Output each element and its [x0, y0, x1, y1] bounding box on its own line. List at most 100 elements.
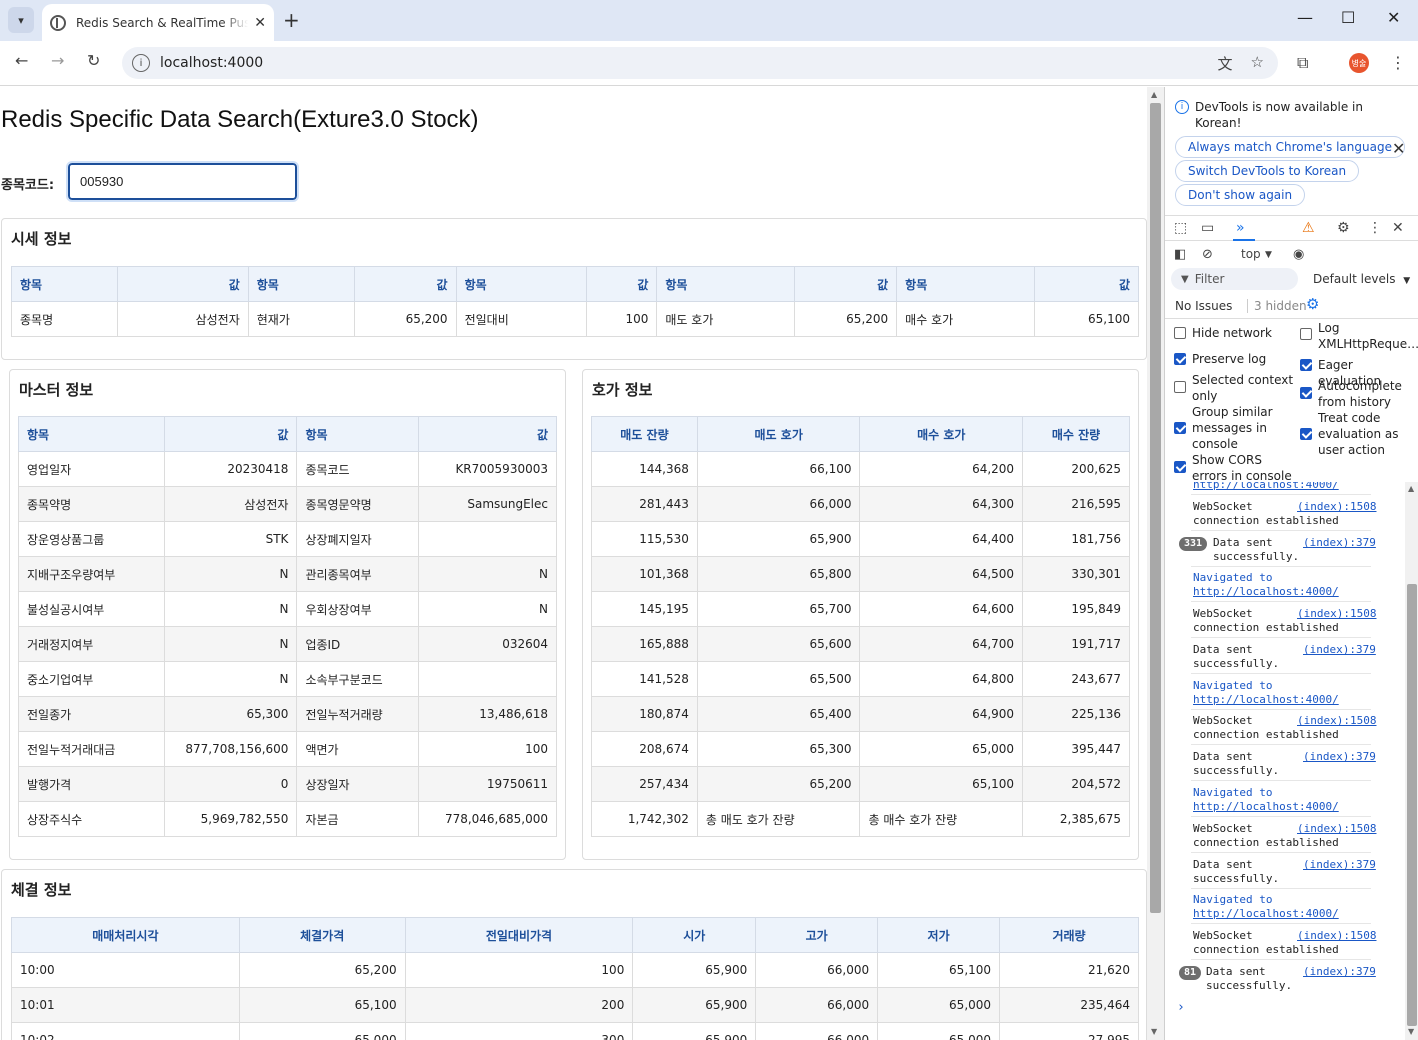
console-source-link[interactable]: (index):379 [1303, 858, 1376, 871]
checkbox-box[interactable] [1174, 461, 1186, 473]
live-expression-eye-icon[interactable]: ◉ [1293, 247, 1304, 262]
more-tabs-icon[interactable]: » [1236, 220, 1245, 236]
console-scrollbar[interactable]: ▲ ▼ [1405, 482, 1418, 1040]
close-window-icon[interactable]: ✕ [1387, 8, 1400, 27]
warning-icon[interactable]: ⚠ [1302, 220, 1315, 236]
table-cell: 65,100 [238, 987, 406, 1023]
page-scrollbar[interactable]: ▲ ▼ [1147, 87, 1164, 1040]
device-toolbar-icon[interactable]: ▭ [1201, 220, 1214, 236]
minimize-icon[interactable]: — [1297, 8, 1313, 27]
browser-tab[interactable]: Redis Search & RealTime Push ✕ [42, 4, 274, 41]
checkbox-box[interactable] [1300, 328, 1312, 340]
more-menu-icon[interactable]: ⋮ [1390, 53, 1406, 72]
console-source-link[interactable]: (index):1508 [1297, 607, 1376, 620]
master-info-table: 항목 값 항목 값 영업일자 20230418 종목코드 KR7005930003 종목약명 삼… [18, 416, 557, 837]
always-match-language-button[interactable]: Always match Chrome's language [1175, 136, 1405, 158]
table-cell: 발행가격 [18, 766, 165, 802]
checkbox-box[interactable] [1174, 327, 1186, 339]
checkbox-label: Preserve log [1192, 352, 1267, 366]
console-source-link[interactable]: (index):1508 [1297, 500, 1376, 513]
close-banner-icon[interactable]: ✕ [1392, 139, 1405, 158]
console-source-link[interactable]: (index):379 [1303, 536, 1376, 549]
back-icon[interactable]: ← [15, 51, 28, 70]
console-source-link[interactable]: (index):379 [1303, 750, 1376, 763]
bookmark-star-icon[interactable]: ☆ [1251, 53, 1264, 74]
tab-close-icon[interactable]: ✕ [254, 15, 266, 31]
checkbox-box[interactable] [1300, 359, 1312, 371]
table-cell: 877,708,156,600 [163, 731, 298, 767]
avatar[interactable]: 병술 [1349, 53, 1369, 73]
table-cell: 330,301 [1022, 556, 1130, 592]
console-source-link[interactable]: (index):1508 [1297, 822, 1376, 835]
table-cell: 65,400 [696, 696, 861, 732]
quote-info-panel: 시세 정보 항목 값 항목 값 항목 값 항목 값 항목 값 종목명 삼성전자 … [1, 218, 1147, 360]
checkbox-box[interactable] [1174, 381, 1186, 393]
log-levels-dropdown[interactable]: Default levels ▼ [1313, 272, 1410, 286]
scroll-up-icon[interactable]: ▲ [1408, 484, 1414, 493]
sidebar-toggle-icon[interactable]: ◧ [1174, 247, 1186, 262]
checkbox-box[interactable] [1174, 422, 1186, 434]
scroll-down-icon[interactable]: ▼ [1151, 1027, 1157, 1036]
forward-icon[interactable]: → [51, 51, 64, 70]
console-prompt-icon[interactable]: › [1177, 1000, 1185, 1015]
navigation-message: Navigated to http://localhost:4000/ [1193, 893, 1339, 920]
divider [1191, 566, 1371, 567]
console-filter-input[interactable]: ▼ Filter [1171, 268, 1298, 290]
col-header: 매매처리시각 [11, 917, 240, 953]
table-row: 중소기업여부 N 소속부구분코드 [18, 661, 557, 697]
new-tab-icon[interactable]: + [283, 8, 300, 32]
table-cell: KR7005930003 [418, 451, 557, 487]
table-cell: 144,368 [591, 451, 698, 487]
cell-label: 매도 호가 [656, 301, 796, 337]
settings-gear-icon[interactable]: ⚙ [1337, 220, 1350, 236]
reload-icon[interactable]: ↻ [87, 51, 100, 70]
tab-search-icon[interactable]: ▾ [8, 7, 34, 33]
checkbox-box[interactable] [1300, 387, 1312, 399]
console-source-link[interactable]: (index):1508 [1297, 929, 1376, 942]
table-row: 145,195 65,700 64,600 195,849 [591, 591, 1130, 627]
table-cell: 65,500 [696, 661, 861, 697]
dont-show-again-button[interactable]: Don't show again [1175, 184, 1306, 206]
site-info-icon[interactable]: i [132, 54, 150, 72]
switch-to-korean-button[interactable]: Switch DevTools to Korean [1175, 160, 1360, 182]
table-cell: 영업일자 [18, 451, 165, 487]
context-selector[interactable]: top [1241, 247, 1261, 261]
checkbox-box[interactable] [1174, 353, 1186, 365]
table-cell: 66,000 [755, 987, 879, 1023]
console-settings-gear-icon[interactable]: ⚙ [1306, 295, 1319, 313]
maximize-icon[interactable]: ☐ [1341, 8, 1355, 27]
table-row: 불성실공시여부 N 우회상장여부 N [18, 591, 557, 627]
tab-title: Redis Search & RealTime Push [76, 15, 249, 30]
translate-icon[interactable]: 文 [1218, 53, 1233, 74]
devtools-menu-icon[interactable]: ⋮ [1368, 220, 1382, 236]
stock-code-input[interactable] [66, 161, 299, 202]
console-source-link[interactable]: (index):379 [1303, 965, 1376, 978]
divider [1191, 709, 1371, 710]
table-cell: N [163, 591, 298, 627]
console-link[interactable]: http://localhost:4000/ [1193, 482, 1339, 492]
checkbox-box[interactable] [1300, 428, 1312, 440]
scroll-down-icon[interactable]: ▼ [1408, 1027, 1414, 1036]
issues-count[interactable]: No Issues [1175, 299, 1232, 313]
scrollbar-thumb[interactable] [1407, 584, 1417, 1026]
table-cell: 65,100 [859, 766, 1024, 802]
col-header: 항목 [296, 416, 420, 452]
col-header: 매수 호가 [859, 416, 1024, 452]
divider [1191, 852, 1371, 853]
console-source-link[interactable]: (index):379 [1303, 643, 1376, 656]
cell-label: 종목명 [11, 301, 118, 337]
table-cell: 업종ID [296, 626, 420, 662]
table-cell: 195,849 [1022, 591, 1130, 627]
table-cell: 장운영상품그룹 [18, 521, 165, 557]
console-source-link[interactable]: (index):1508 [1297, 714, 1376, 727]
address-bar[interactable]: i localhost:4000 文 ☆ [122, 47, 1278, 79]
inspect-element-icon[interactable]: ⬚ [1174, 220, 1187, 236]
clear-console-icon[interactable]: ⊘ [1202, 247, 1213, 262]
close-devtools-icon[interactable]: ✕ [1392, 220, 1404, 236]
table-cell: 10:01 [11, 987, 240, 1023]
scroll-up-icon[interactable]: ▲ [1151, 90, 1157, 99]
scrollbar-thumb[interactable] [1150, 103, 1161, 913]
console-message: Data sent successfully. [1193, 750, 1280, 777]
console-message: Data sent successfully. [1206, 965, 1293, 992]
extensions-icon[interactable]: ⧉ [1297, 53, 1308, 73]
